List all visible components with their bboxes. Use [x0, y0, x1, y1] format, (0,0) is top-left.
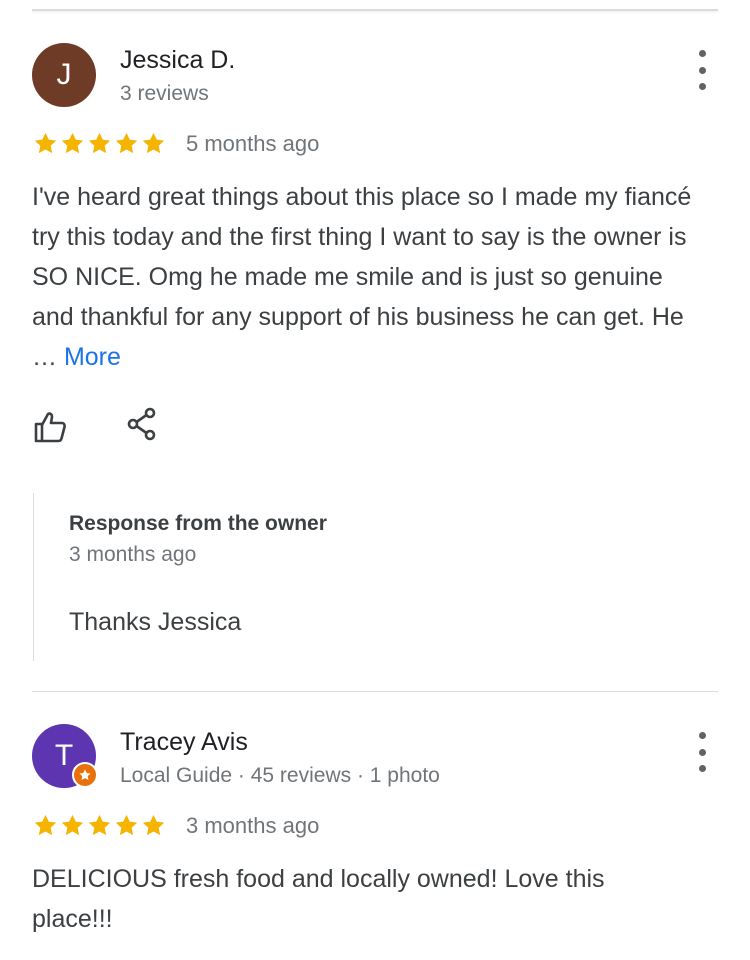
- review-body: I've heard great things about this place…: [32, 183, 692, 371]
- star-rating: [32, 128, 167, 158]
- star-icon: [142, 814, 165, 835]
- review-text: DELICIOUS fresh food and locally owned! …: [32, 865, 605, 933]
- star-icon: [88, 814, 111, 835]
- top-divider: [32, 9, 718, 11]
- owner-response: Response from the owner 3 months ago Tha…: [33, 493, 674, 661]
- owner-response-text: Thanks Jessica: [69, 608, 242, 636]
- star-icon: [34, 132, 57, 153]
- author-meta: 3 reviews: [120, 82, 209, 105]
- review-time: 3 months ago: [186, 813, 320, 838]
- star-icon: [61, 132, 84, 153]
- star-icon: [115, 132, 138, 153]
- avatar-letter: J: [56, 58, 72, 91]
- review-time: 5 months ago: [186, 131, 320, 156]
- local-guide-badge-icon: [72, 762, 98, 788]
- star-rating: [32, 810, 167, 840]
- avatar-letter: T: [54, 739, 74, 772]
- star-icon: [142, 132, 165, 153]
- star-icon: [34, 814, 57, 835]
- more-options-icon[interactable]: [690, 50, 714, 90]
- star-icon: [88, 132, 111, 153]
- author-name[interactable]: Jessica D.: [120, 46, 235, 75]
- share-icon[interactable]: [125, 406, 161, 442]
- author-name[interactable]: Tracey Avis: [120, 728, 248, 757]
- star-icon: [115, 814, 138, 835]
- review-divider: [32, 691, 718, 692]
- star-icon: [61, 814, 84, 835]
- thumbs-up-icon[interactable]: [32, 409, 68, 445]
- review-text: I've heard great things about this place…: [32, 177, 692, 377]
- owner-response-time: 3 months ago: [69, 543, 197, 566]
- more-link[interactable]: More: [64, 343, 121, 371]
- owner-response-title: Response from the owner: [69, 512, 327, 535]
- author-meta: Local Guide · 45 reviews · 1 photo: [120, 764, 440, 787]
- avatar[interactable]: J: [32, 43, 96, 107]
- more-options-icon[interactable]: [690, 732, 714, 772]
